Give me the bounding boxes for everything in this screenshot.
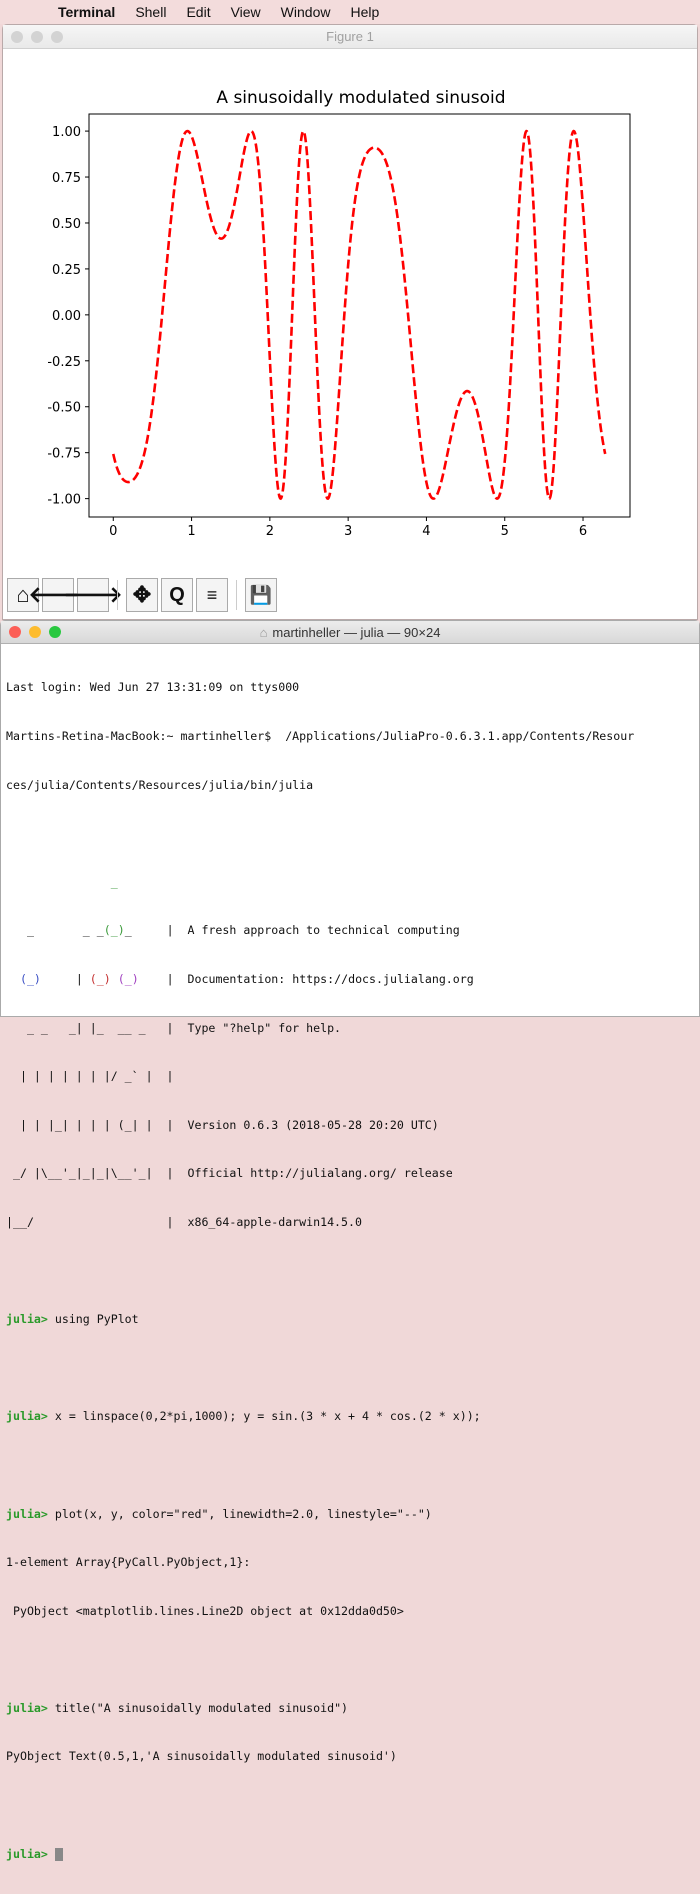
- close-button[interactable]: [9, 626, 21, 638]
- toolbar-separator: [117, 580, 118, 610]
- home-folder-icon: ⌂: [259, 624, 268, 640]
- banner-line: [111, 972, 118, 986]
- y-tick-label: 0.50: [52, 217, 81, 232]
- julia-prompt: julia>: [6, 1846, 48, 1861]
- command: x = linspace(0,2*pi,1000); y = sin.(3 * …: [47, 1409, 481, 1424]
- output-line: PyObject Text(0.5,1,'A sinusoidally modu…: [6, 1749, 397, 1764]
- y-tick-label: 0.75: [52, 171, 81, 186]
- banner-line: _ _ _| |_ __ _ | Type "?help" for help.: [6, 1020, 342, 1035]
- banner-line: _ | A fresh approach to technical comput…: [124, 923, 460, 938]
- configure-subplots-icon: ≡: [206, 584, 218, 605]
- configure-subplots-button[interactable]: ≡: [196, 578, 228, 612]
- julia-prompt: julia>: [6, 1506, 48, 1521]
- zoom-rect-button[interactable]: Q: [161, 578, 193, 612]
- x-tick-label: 1: [187, 524, 195, 539]
- y-tick-label: -0.25: [47, 355, 81, 370]
- figure-window: Figure 1 A sinusoidally modulated sinuso…: [2, 24, 698, 620]
- banner-line: | | |_| | | | (_| | | Version 0.6.3 (201…: [6, 1117, 439, 1132]
- forward-button[interactable]: 🡒: [64, 578, 123, 612]
- banner-line: _: [6, 874, 118, 889]
- banner-dot-green: (_): [103, 923, 125, 938]
- figure-toolbar: ⌂ 🡐 🡒 ✥ Q ≡ 💾: [7, 578, 277, 612]
- banner-dot-red: (_): [89, 971, 111, 986]
- save-button[interactable]: 💾: [245, 578, 277, 612]
- output-line: 1-element Array{PyCall.PyObject,1}:: [6, 1555, 251, 1570]
- banner-line: [6, 972, 20, 986]
- command: plot(x, y, color="red", linewidth=2.0, l…: [47, 1506, 432, 1521]
- menu-view[interactable]: View: [231, 4, 261, 20]
- menu-window[interactable]: Window: [281, 4, 331, 20]
- toolbar-separator: [236, 580, 237, 610]
- zoom-icon: Q: [169, 583, 185, 606]
- pan-icon: ✥: [132, 582, 152, 607]
- banner-line: |: [40, 971, 90, 986]
- minimize-button[interactable]: [29, 626, 41, 638]
- julia-prompt: julia>: [6, 1312, 48, 1327]
- menu-edit[interactable]: Edit: [186, 4, 210, 20]
- y-tick-label: -0.50: [47, 401, 81, 416]
- julia-prompt: julia>: [6, 1700, 48, 1715]
- julia-prompt: julia>: [6, 1409, 48, 1424]
- data-line: [112, 129, 607, 501]
- banner-line: | Documentation: https://docs.julialang.…: [138, 971, 474, 986]
- terminal-title: martinheller — julia — 90×24: [272, 624, 441, 640]
- y-tick-label: -0.75: [47, 447, 81, 462]
- command: title("A sinusoidally modulated sinusoid…: [47, 1700, 349, 1715]
- banner-line: _ _ _: [6, 923, 104, 938]
- terminal-window: ⌂ martinheller — julia — 90×24 Last login…: [0, 620, 700, 1861]
- y-tick-label: -1.00: [47, 493, 81, 508]
- banner-dot-blue: (_): [19, 971, 41, 986]
- y-tick-label: 0.00: [52, 309, 81, 324]
- menu-shell[interactable]: Shell: [135, 4, 166, 20]
- banner-dot-purple: (_): [117, 971, 139, 986]
- output-line: PyObject <matplotlib.lines.Line2D object…: [6, 1603, 404, 1618]
- pan-button[interactable]: ✥: [126, 578, 158, 612]
- chart-title: A sinusoidally modulated sinusoid: [216, 88, 505, 108]
- y-tick-label: 1.00: [52, 125, 81, 140]
- terminal-title-bar[interactable]: ⌂ martinheller — julia — 90×24: [1, 621, 699, 644]
- x-tick-label: 0: [109, 524, 117, 539]
- forward-arrow-icon: 🡒: [63, 582, 123, 607]
- terminal-line: ces/julia/Contents/Resources/julia/bin/j…: [6, 777, 314, 792]
- zoom-button[interactable]: [49, 626, 61, 638]
- x-tick-label: 2: [266, 524, 274, 539]
- terminal-line: Last login: Wed Jun 27 13:31:09 on ttys0…: [6, 680, 300, 695]
- x-tick-label: 6: [579, 524, 587, 539]
- banner-line: | | | | | | |/ _` | |: [6, 1069, 174, 1084]
- menu-app-terminal[interactable]: Terminal: [58, 4, 115, 20]
- y-tick-label: 0.25: [52, 263, 81, 278]
- terminal-cursor: [54, 1847, 63, 1861]
- x-tick-label: 4: [422, 524, 430, 539]
- x-tick-label: 3: [344, 524, 352, 539]
- terminal-line: Martins-Retina-MacBook:~ martinheller$ /…: [6, 729, 635, 743]
- banner-line: _/ |\__'_|_|_|\__'_| | Official http://j…: [6, 1166, 453, 1181]
- banner-line: |__/ | x86_64-apple-darwin14.5.0: [6, 1214, 362, 1229]
- x-tick-label: 5: [501, 524, 509, 539]
- axes: 0 1 2 3 4 5 6 1.00 0.75 0.50 0.25 0.00 -0.25 -0.50 -0.…: [47, 113, 631, 539]
- menu-help[interactable]: Help: [350, 4, 379, 20]
- save-icon: 💾: [249, 584, 273, 605]
- command: using PyPlot: [47, 1312, 139, 1327]
- menu-bar: Terminal Shell Edit View Window Help: [0, 0, 700, 24]
- plot-canvas[interactable]: A sinusoidally modulated sinusoid 0 1 2 3 4 5…: [3, 25, 697, 575]
- terminal-output[interactable]: Last login: Wed Jun 27 13:31:09 on ttys0…: [1, 644, 699, 1894]
